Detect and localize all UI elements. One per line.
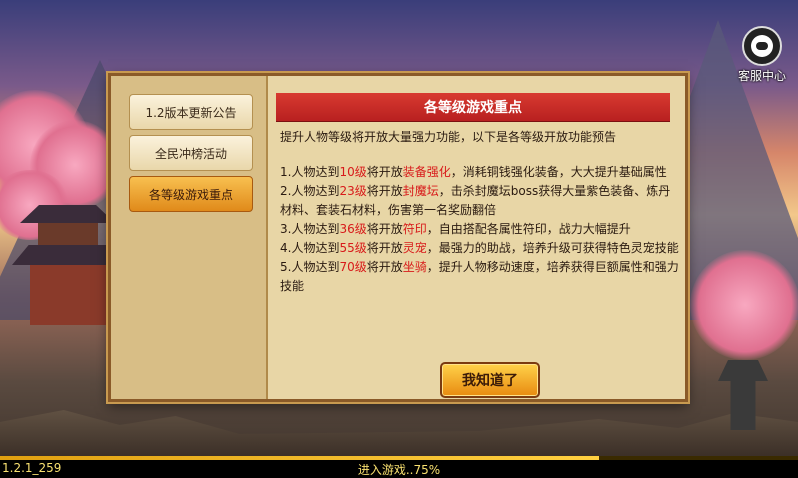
list-item: 4.人物达到55级将开放灵宠，最强力的助战，培养升级可获得特色灵宠技能: [280, 241, 679, 255]
feature-list: 1.人物达到10级将开放装备强化，消耗铜钱强化装备，大大提升基础属性 2.人物达…: [280, 163, 680, 296]
rocks: [0, 410, 798, 458]
ok-button[interactable]: 我知道了: [440, 362, 540, 398]
loading-text: 进入游戏..75%: [357, 463, 441, 477]
tab-level-highlights[interactable]: 各等级游戏重点: [129, 176, 253, 212]
content-panel: 各等级游戏重点 提升人物等级将开放大量强力功能，以下是各等级开放功能预告 1.人…: [268, 76, 685, 399]
customer-service-button[interactable]: 客服中心: [734, 26, 790, 84]
announcement-dialog: 1.2版本更新公告 全民冲榜活动 各等级游戏重点 各等级游戏重点 提升人物等级将…: [108, 73, 688, 402]
headset-icon: [742, 26, 782, 66]
progress-fill: [0, 456, 599, 460]
list-item: 5.人物达到70级将开放坐骑，提升人物移动速度，培养获得巨额属性和强力技能: [280, 260, 679, 293]
list-item: 2.人物达到23级将开放封魔坛，击杀封魔坛boss获得大量紫色装备、炼丹材料、套…: [280, 184, 671, 217]
cherry-blossom: [690, 250, 798, 360]
progress-track: [0, 456, 798, 460]
content-banner: 各等级游戏重点: [276, 93, 670, 121]
customer-service-label: 客服中心: [737, 69, 786, 83]
tab-sidebar: 1.2版本更新公告 全民冲榜活动 各等级游戏重点: [111, 76, 268, 399]
loading-bar: 1.2.1_259 进入游戏..75%: [0, 456, 798, 478]
pagoda: [12, 205, 123, 345]
tab-ranking-event[interactable]: 全民冲榜活动: [129, 135, 253, 171]
intro-text: 提升人物等级将开放大量强力功能，以下是各等级开放功能预告: [280, 130, 617, 144]
list-item: 3.人物达到36级将开放符印，自由搭配各属性符印，战力大幅提升: [280, 222, 631, 236]
list-item: 1.人物达到10级将开放装备强化，消耗铜钱强化装备，大大提升基础属性: [280, 165, 667, 179]
tab-version-update[interactable]: 1.2版本更新公告: [129, 94, 253, 130]
